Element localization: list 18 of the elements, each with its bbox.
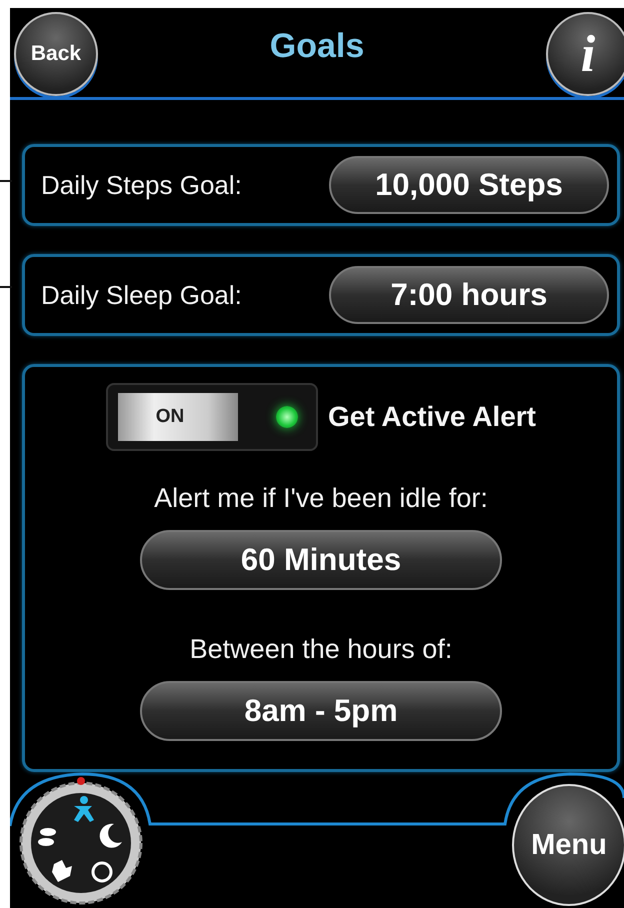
menu-button[interactable]: Menu <box>512 784 624 906</box>
hours-label: Between the hours of: <box>190 634 452 665</box>
back-button[interactable]: Back <box>14 12 98 96</box>
switch-lever: ON <box>118 393 238 441</box>
idle-label: Alert me if I've been idle for: <box>154 483 488 514</box>
alert-title: Get Active Alert <box>328 401 536 433</box>
goal-label: Daily Sleep Goal: <box>41 280 242 310</box>
idle-time-button[interactable]: 60 Minutes <box>140 530 502 590</box>
status-light-icon <box>276 406 298 428</box>
leader-line <box>0 286 12 288</box>
leader-line <box>0 180 12 182</box>
goal-value-button[interactable]: 7:00 hours <box>329 266 609 324</box>
info-button[interactable]: i <box>546 12 624 96</box>
toggle-switch[interactable]: ON <box>106 383 318 451</box>
goal-label: Daily Steps Goal: <box>41 170 242 200</box>
goal-value-button[interactable]: 10,000 Steps <box>329 156 609 214</box>
hours-button[interactable]: 8am - 5pm <box>140 681 502 741</box>
screen-title: Goals <box>270 27 364 66</box>
